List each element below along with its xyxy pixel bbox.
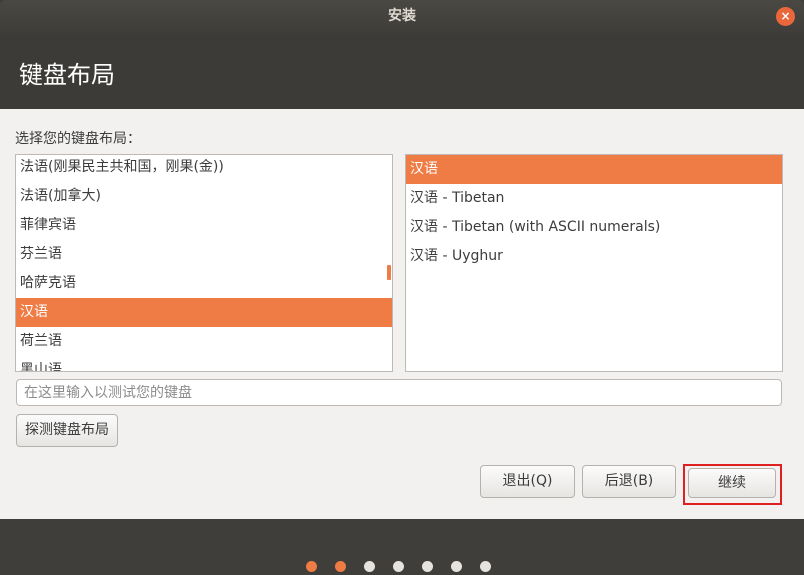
progress-indicator (0, 555, 804, 575)
detect-layout-button[interactable]: 探测键盘布局 (16, 414, 118, 447)
layout-list-item[interactable]: 法语(刚果民主共和国，刚果(金)) (16, 155, 392, 182)
window-title: 安装 (388, 8, 416, 24)
keyboard-layout-list[interactable]: 法语(刚果民主共和国，刚果(金)) 法语(加拿大) 菲律宾语 芬兰语 哈萨克语 … (15, 154, 393, 372)
progress-dot (393, 561, 404, 572)
variant-list-item[interactable]: 汉语 - Uyghur (406, 242, 782, 271)
close-icon[interactable]: × (776, 7, 795, 26)
content-area: 选择您的键盘布局： 法语(刚果民主共和国，刚果(金)) 法语(加拿大) 菲律宾语… (0, 109, 804, 519)
layout-prompt: 选择您的键盘布局： (15, 131, 141, 147)
layout-list-item-selected[interactable]: 汉语 (16, 298, 392, 327)
variant-list-item[interactable]: 汉语 - Tibetan (406, 184, 782, 213)
layout-list-item[interactable]: 荷兰语 (16, 327, 392, 356)
progress-dot (451, 561, 462, 572)
page-header: 键盘布局 (0, 33, 804, 109)
variant-list-item[interactable]: 汉语 - Tibetan (with ASCII numerals) (406, 213, 782, 242)
progress-dot (335, 561, 346, 572)
installer-window: 安装 × 键盘布局 选择您的键盘布局： 法语(刚果民主共和国，刚果(金)) 法语… (0, 0, 804, 575)
progress-dot (364, 561, 375, 572)
progress-dot (306, 561, 317, 572)
layout-list-item[interactable]: 芬兰语 (16, 240, 392, 269)
variant-list-item-selected[interactable]: 汉语 (406, 155, 782, 184)
continue-button[interactable]: 继续 (688, 468, 776, 498)
layout-list-item[interactable]: 哈萨克语 (16, 269, 392, 298)
layout-list-item[interactable]: 黑山语 (16, 356, 392, 371)
page-title: 键盘布局 (19, 61, 115, 89)
layout-list-scrollbar[interactable] (387, 265, 391, 280)
progress-dot (480, 561, 491, 572)
keyboard-variant-list[interactable]: 汉语 汉语 - Tibetan 汉语 - Tibetan (with ASCII… (405, 154, 783, 372)
title-bar: 安装 × (0, 0, 804, 33)
layout-list-item[interactable]: 法语(加拿大) (16, 182, 392, 211)
quit-button[interactable]: 退出(Q) (480, 465, 575, 498)
keyboard-test-input[interactable] (16, 379, 782, 406)
layout-list-item[interactable]: 菲律宾语 (16, 211, 392, 240)
back-button[interactable]: 后退(B) (582, 465, 676, 498)
progress-dot (422, 561, 433, 572)
